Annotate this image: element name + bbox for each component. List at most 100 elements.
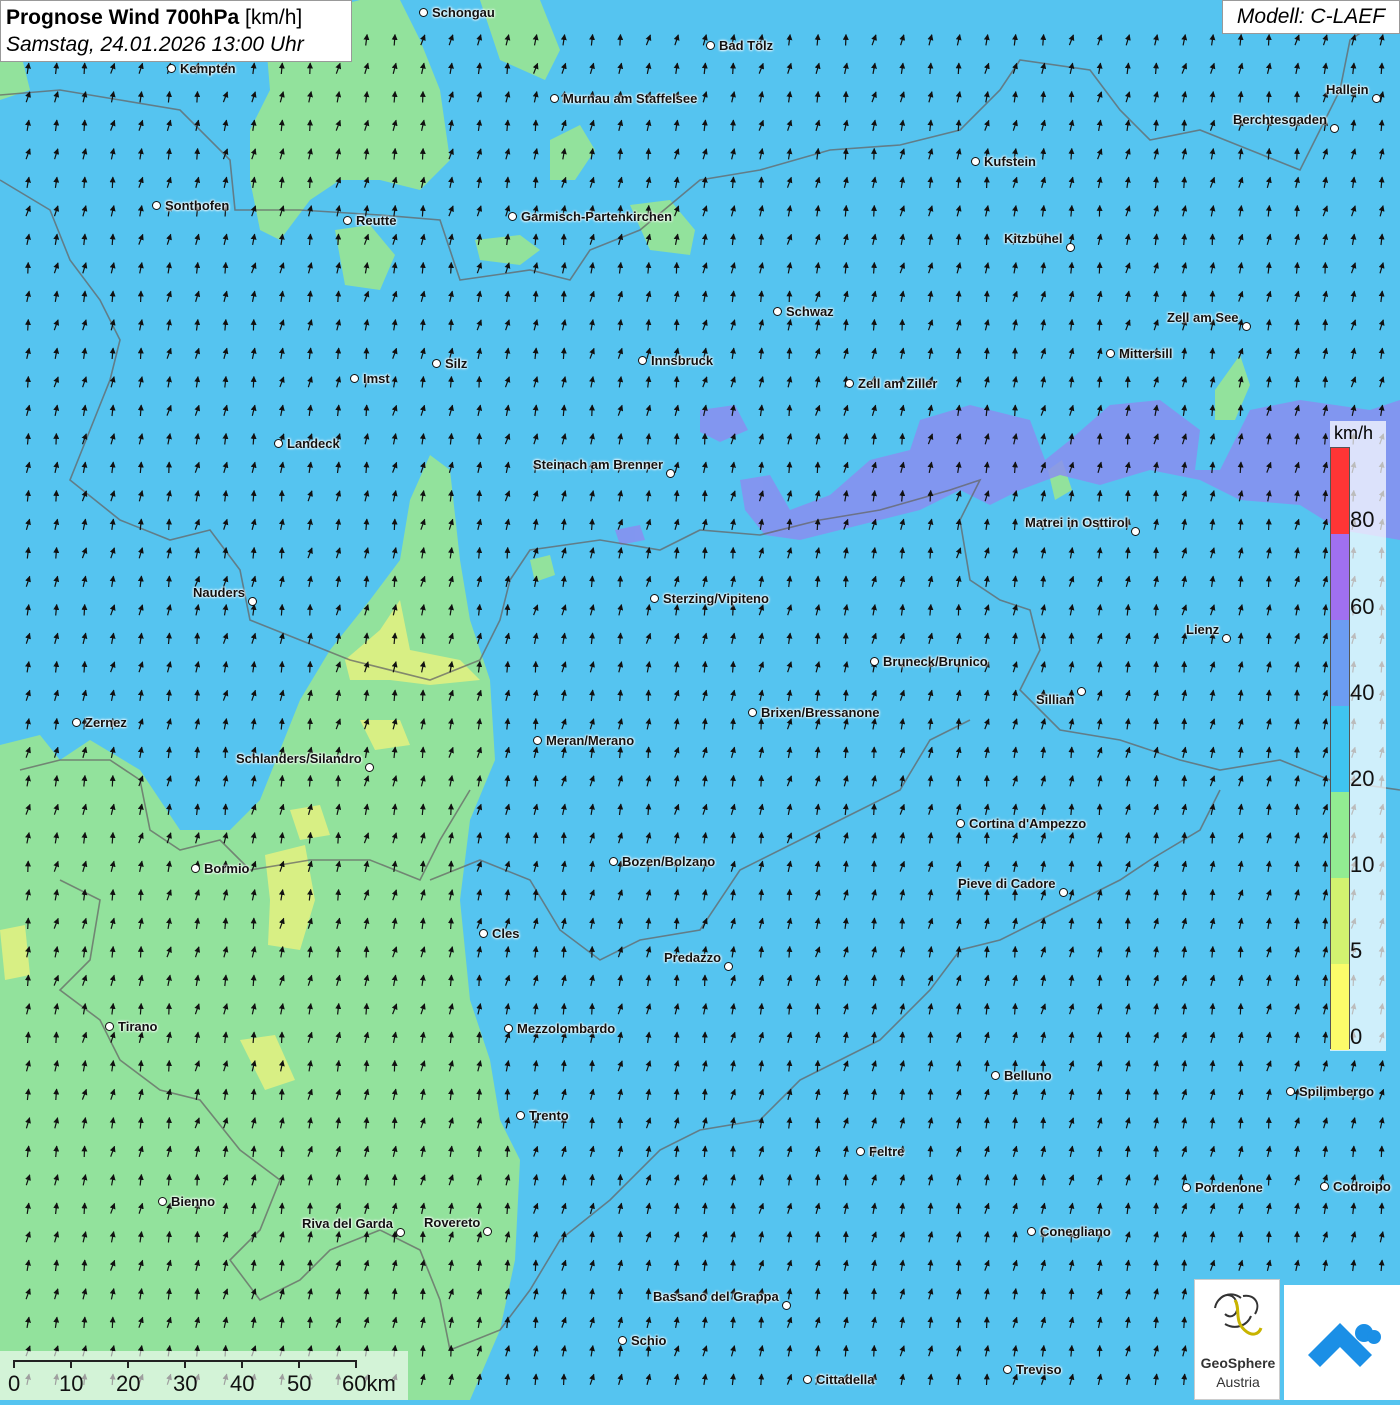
city-label: Feltre	[869, 1144, 904, 1159]
wind-arrow	[1128, 434, 1129, 445]
city-label: Trento	[529, 1108, 569, 1123]
wind-arrow	[986, 890, 987, 901]
city-label: Schio	[631, 1333, 666, 1348]
city-marker	[504, 1024, 513, 1033]
wind-arrow	[874, 263, 875, 274]
wind-arrow	[1212, 291, 1213, 302]
wind-arrow	[1099, 804, 1100, 815]
wind-arrow	[1156, 1146, 1157, 1157]
wind-arrow	[620, 576, 621, 587]
city-marker	[365, 763, 374, 772]
wind-arrow	[197, 149, 198, 160]
city-marker	[1066, 243, 1075, 252]
wind-arrow	[28, 320, 29, 331]
wind-arrow	[704, 548, 705, 559]
city-marker	[650, 594, 659, 603]
wind-arrow	[422, 747, 423, 758]
wind-arrow	[394, 35, 395, 46]
city-label: Landeck	[287, 436, 340, 451]
wind-arrow	[28, 975, 29, 986]
wind-arrow	[423, 1289, 424, 1300]
title-box: Prognose Wind 700hPa [km/h] Samstag, 24.…	[0, 0, 352, 62]
legend-segment	[1331, 534, 1349, 620]
city-marker	[419, 8, 428, 17]
wind-arrow	[253, 975, 254, 986]
wind-arrow	[845, 1289, 846, 1300]
wind-arrow	[310, 662, 311, 673]
city-label: Innsbruck	[651, 353, 713, 368]
wind-arrow	[338, 291, 339, 302]
city-marker	[479, 929, 488, 938]
wind-arrow	[789, 890, 790, 901]
scale-tick	[127, 1360, 129, 1368]
city-label: Bruneck/Brunico	[883, 654, 988, 669]
wind-arrow	[366, 947, 367, 958]
city-marker	[248, 597, 257, 606]
wind-arrow	[563, 947, 564, 958]
wind-arrow	[1184, 719, 1185, 730]
city-label: Kitzbühel	[1004, 231, 1063, 246]
logo-name: GeoSphere	[1196, 1355, 1280, 1371]
city-marker	[870, 657, 879, 666]
scale-label: 20	[116, 1371, 140, 1397]
city-label: Schlanders/Silandro	[236, 751, 362, 766]
wind-arrow	[281, 1146, 282, 1157]
wind-arrow	[817, 1118, 818, 1129]
wind-arrow	[958, 1203, 959, 1214]
city-marker	[1106, 349, 1115, 358]
wind-arrow	[846, 1232, 847, 1243]
wind-arrow	[338, 890, 339, 901]
wind-arrow	[930, 1089, 931, 1100]
wind-arrow	[761, 177, 762, 188]
wind-arrow	[958, 719, 959, 730]
city-marker	[350, 374, 359, 383]
city-marker	[483, 1227, 492, 1236]
wind-arrow	[874, 206, 875, 217]
city-label: Cles	[492, 926, 519, 941]
wind-arrow	[479, 1032, 480, 1043]
wind-arrow	[1184, 1317, 1185, 1328]
city-marker	[516, 1111, 525, 1120]
legend-segment	[1331, 792, 1349, 878]
wind-arrow	[1043, 35, 1044, 46]
wind-arrow	[366, 405, 367, 416]
wind-arrow	[422, 206, 423, 217]
wind-arrow	[1156, 605, 1157, 616]
wind-arrow	[1156, 1203, 1157, 1214]
city-label: Schongau	[432, 5, 495, 20]
wind-arrow	[1381, 1146, 1382, 1157]
wind-arrow	[564, 291, 565, 302]
city-label: Silz	[445, 356, 467, 371]
wind-arrow	[705, 1032, 706, 1043]
wind-arrow	[394, 576, 395, 587]
wind-arrow	[112, 234, 113, 245]
wind-arrow	[56, 491, 57, 502]
wind-arrow	[507, 1146, 508, 1157]
app-icon-box[interactable]	[1284, 1285, 1400, 1400]
city-marker	[666, 469, 675, 478]
legend-segment	[1331, 706, 1349, 792]
wind-arrow	[451, 861, 452, 872]
wind-arrow	[930, 548, 931, 559]
city-marker	[724, 962, 733, 971]
wind-arrow	[1015, 462, 1016, 473]
wind-arrow	[874, 1346, 875, 1357]
wind-arrow	[253, 377, 254, 388]
wind-arrow	[592, 1061, 593, 1072]
city-label: Bienno	[171, 1194, 215, 1209]
wind-arrow	[422, 1346, 423, 1357]
city-label: Conegliano	[1040, 1224, 1111, 1239]
wind-arrow	[1043, 1118, 1044, 1129]
wind-arrow	[1325, 320, 1326, 331]
wind-arrow	[1381, 63, 1382, 74]
city-label: Treviso	[1016, 1362, 1062, 1377]
wind-arrow	[1240, 462, 1241, 473]
model-label: Modell: C-LAEF	[1222, 0, 1400, 34]
wind-arrow	[394, 1175, 395, 1186]
wind-arrow	[1156, 63, 1157, 74]
legend-color-bar	[1330, 447, 1350, 1049]
wind-arrow	[1184, 1260, 1185, 1271]
city-marker	[152, 201, 161, 210]
wind-arrow	[1043, 576, 1044, 587]
wind-arrow	[789, 947, 790, 958]
